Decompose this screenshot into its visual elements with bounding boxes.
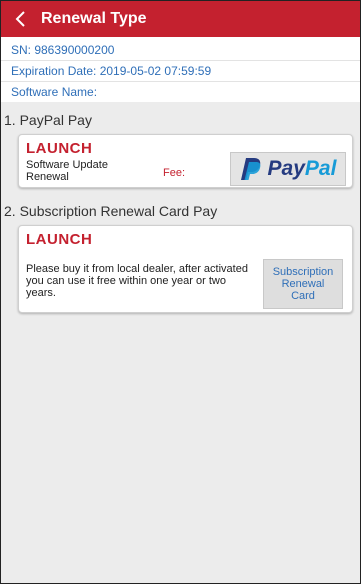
paypal-card: LAUNCH Software Update Renewal Fee: PayP… — [18, 134, 353, 188]
device-info-panel: SN: 986390000200 Expiration Date: 2019-0… — [1, 37, 360, 102]
app-screen: Renewal Type SN: 986390000200 Expiration… — [0, 0, 361, 584]
expiration-date: Expiration Date: 2019-05-02 07:59:59 — [1, 61, 360, 82]
paypal-button[interactable]: PayPal — [230, 152, 346, 186]
subscription-section-title: 2. Subscription Renewal Card Pay — [4, 203, 218, 219]
paypal-section-title: 1. PayPal Pay — [4, 112, 92, 128]
header-bar: Renewal Type — [1, 1, 360, 37]
launch-logo: LAUNCH — [26, 231, 93, 248]
launch-logo: LAUNCH — [26, 140, 93, 157]
software-name: Software Name: — [11, 85, 98, 99]
subscription-renewal-card-button[interactable]: Subscription Renewal Card — [263, 259, 343, 309]
software-update-label: Software Update Renewal — [26, 159, 108, 183]
paypal-logo-icon — [240, 158, 260, 180]
subscription-description: Please buy it from local dealer, after a… — [26, 263, 248, 299]
back-button[interactable] — [7, 1, 33, 37]
paypal-wordmark: PayPal — [267, 157, 337, 180]
serial-number: SN: 986390000200 — [1, 40, 360, 61]
page-title: Renewal Type — [41, 10, 147, 27]
fee-label: Fee: — [163, 167, 186, 179]
subscription-card: LAUNCH Please buy it from local dealer, … — [18, 225, 353, 313]
chevron-left-icon — [15, 11, 25, 27]
